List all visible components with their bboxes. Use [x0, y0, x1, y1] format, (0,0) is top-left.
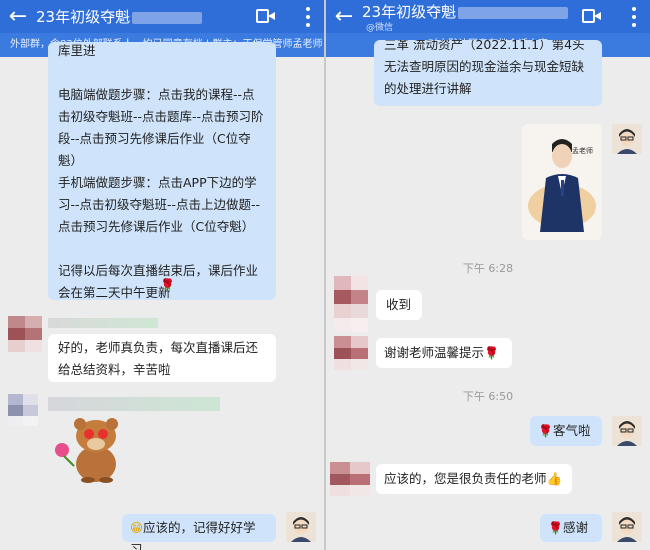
avatar-teacher[interactable] — [286, 512, 316, 542]
sender-name-blurred — [48, 318, 158, 328]
self-message-bubble[interactable]: 😁应该的，记得好好学习 — [122, 514, 276, 550]
card-name-label: 孟老师 — [572, 147, 593, 155]
rose-icon: 🌹 — [548, 521, 563, 535]
avatar-blurred-2[interactable] — [334, 336, 368, 370]
reply-bubble[interactable]: 好的，老师真负责，每次直播课后还给总结资料，辛苦啦 — [48, 334, 276, 382]
rose-icon: 🌹 — [484, 346, 499, 360]
video-call-icon[interactable] — [256, 9, 276, 23]
chat-title-right-text: 23年初级夺魁 — [362, 3, 457, 21]
back-arrow-icon[interactable]: ← — [0, 0, 36, 33]
thanks-text: 谢谢老师温馨提示 — [384, 345, 485, 360]
avatar-blurred[interactable] — [334, 276, 368, 332]
thanks-reply-bubble[interactable]: 🌹感谢 — [540, 514, 602, 542]
received-text: 收到 — [386, 297, 412, 312]
teacher-message-bubble[interactable]: 库里进 电脑端做题步骤：点击我的课程--点击初级夺魁班--点击题库--点击预习阶… — [48, 42, 276, 300]
sticker-bear[interactable] — [48, 414, 124, 484]
welcome-bubble[interactable]: 🌹客气啦 — [530, 416, 602, 446]
self-message-text: 应该的，记得好好学习 — [130, 520, 256, 550]
thumbs-up-emoji: 👍 — [546, 471, 563, 486]
more-icon[interactable] — [632, 7, 636, 27]
avatar-teacher[interactable] — [612, 124, 642, 154]
avatar-teacher[interactable] — [612, 512, 642, 542]
title-blur — [132, 11, 203, 24]
back-arrow-icon[interactable]: ← — [326, 3, 362, 31]
rose-icon: 🌹 — [160, 278, 175, 292]
thanks-bubble[interactable]: 谢谢老师温馨提示🌹 — [376, 338, 512, 368]
avatar-blurred-3[interactable] — [330, 462, 370, 496]
more-icon[interactable] — [306, 7, 310, 27]
grin-emoji: 😁 — [130, 520, 144, 535]
avatar-blurred[interactable] — [8, 316, 42, 352]
timestamp-2: 下午 6:50 — [462, 390, 514, 403]
chat-title-right: 23年初级夺魁 — [362, 1, 569, 22]
course-message-bubble[interactable]: 三革 流动资产（2022.11.1）第4头 无法查明原因的现金溢余与现金短缺的处… — [374, 40, 602, 106]
rose-icon: 🌹 — [538, 424, 553, 438]
video-call-icon[interactable] — [582, 9, 602, 23]
welcome-text: 客气啦 — [552, 423, 591, 438]
timestamp-1: 下午 6:28 — [462, 262, 514, 275]
avatar-blurred-2[interactable] — [8, 394, 38, 426]
chat-title-text: 23年初级夺魁 — [36, 8, 131, 26]
chat-title: 23年初级夺魁 — [36, 6, 203, 27]
top-bar-right: ← 23年初级夺魁 @微信 — [326, 0, 650, 33]
left-chat-panel: ← 23年初级夺魁 外部群，含83位外部联系人，均已同意存档 | 群主：正保学管… — [0, 0, 324, 550]
chat-subtitle: @微信 — [366, 23, 394, 33]
teacher-message-text: 库里进 电脑端做题步骤：点击我的课程--点击初级夺魁班--点击题库--点击预习阶… — [58, 43, 264, 300]
reply-text: 好的，老师真负责，每次直播课后还给总结资料，辛苦啦 — [58, 340, 259, 377]
thanks-reply-text: 感谢 — [562, 520, 588, 535]
course-message-text: 三革 流动资产（2022.11.1）第4头 无法查明原因的现金溢余与现金短缺的处… — [384, 40, 585, 96]
received-bubble[interactable]: 收到 — [376, 290, 422, 320]
teacher-card[interactable]: 孟老师 — [522, 124, 602, 240]
avatar-teacher[interactable] — [612, 416, 642, 446]
right-chat-panel: ← 23年初级夺魁 @微信 对方默认同意存档会话内容 三革 流动资产（2022.… — [326, 0, 650, 550]
top-bar: ← 23年初级夺魁 — [0, 0, 324, 33]
duty-text: 应该的，您是很负责任的老师 — [384, 471, 547, 486]
title-blur-right — [458, 6, 569, 19]
duty-bubble[interactable]: 应该的，您是很负责任的老师👍 — [376, 464, 572, 494]
sender-name-blurred-2 — [48, 397, 220, 411]
